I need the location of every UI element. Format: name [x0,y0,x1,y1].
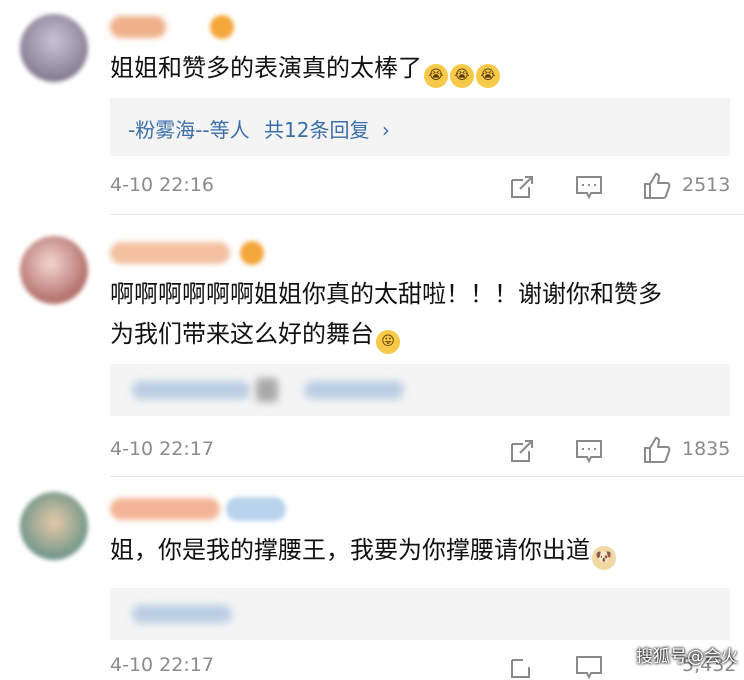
reply-users-blurred[interactable] [132,605,232,623]
vip-badge [240,241,264,265]
share-icon[interactable] [509,654,535,680]
chevron-right-icon: › [381,118,390,142]
reply-users[interactable]: -粉雾海--等人 共12条回复 › [128,114,390,143]
reply-preview[interactable] [110,364,730,416]
comment-icon[interactable] [575,654,603,680]
like-count: 2513 [682,174,731,196]
avatar[interactable] [20,492,88,560]
comment-text-body: 姐姐和赞多的表演真的太棒了 [110,54,422,82]
vip-badge [226,497,286,521]
divider [110,214,744,215]
comment-icon[interactable] [575,174,603,200]
comment-3: 姐，你是我的撑腰王，我要为你撑腰请你出道 🐶 4-10 22:17 5,432 [0,478,744,680]
crying-emoji: 😭 [424,64,448,88]
timestamp: 4-10 22:16 [110,174,214,196]
comment-text: 啊啊啊啊啊啊姐姐你真的太甜啦！！！谢谢你和赞多 [110,274,662,314]
crying-emoji: 😭 [476,64,500,88]
tongue-emoji: 😛 [376,330,400,354]
like-icon[interactable] [642,171,672,201]
comment-text: 姐，你是我的撑腰王，我要为你撑腰请你出道 🐶 [110,530,616,570]
avatar[interactable] [20,236,88,304]
avatar[interactable] [20,14,88,82]
reply-count-blurred[interactable] [304,381,404,399]
like-icon[interactable] [642,435,672,465]
comment-text-body: 姐，你是我的撑腰王，我要为你撑腰请你出道 [110,536,590,564]
reply-users-label: -粉雾海--等人 [128,118,250,142]
username-blurred[interactable] [110,242,230,264]
reply-count-link[interactable]: 共12条回复 [264,118,369,142]
vip-badge [210,15,234,39]
divider [110,476,744,477]
watermark: 搜狐号@会火 [636,647,738,667]
share-icon[interactable] [509,174,535,200]
share-icon[interactable] [509,438,535,464]
comment-text: 姐姐和赞多的表演真的太棒了 😭 😭 😭 [110,48,500,88]
username-blurred[interactable] [110,16,166,38]
reply-users-blurred[interactable] [132,381,250,399]
dog-emoji: 🐶 [592,546,616,570]
comment-icon[interactable] [575,438,603,464]
timestamp: 4-10 22:17 [110,654,214,676]
reply-preview[interactable]: -粉雾海--等人 共12条回复 › [110,98,730,156]
comment-2: 啊啊啊啊啊啊姐姐你真的太甜啦！！！谢谢你和赞多 为我们带来这么好的舞台 😛 4-1… [0,216,744,476]
reply-avatar-blurred [256,378,278,402]
comment-text-second-line: 为我们带来这么好的舞台 😛 [110,314,400,354]
reply-preview[interactable] [110,588,730,640]
comment-1: 姐姐和赞多的表演真的太棒了 😭 😭 😭 -粉雾海--等人 共12条回复 › 4-10 … [0,0,744,215]
comment-text-line2: 为我们带来这么好的舞台 [110,320,374,348]
like-count: 1835 [682,438,731,460]
timestamp: 4-10 22:17 [110,438,214,460]
crying-emoji: 😭 [450,64,474,88]
username-blurred[interactable] [110,498,220,520]
comment-text-line1: 啊啊啊啊啊啊姐姐你真的太甜啦！！！谢谢你和赞多 [110,280,662,308]
